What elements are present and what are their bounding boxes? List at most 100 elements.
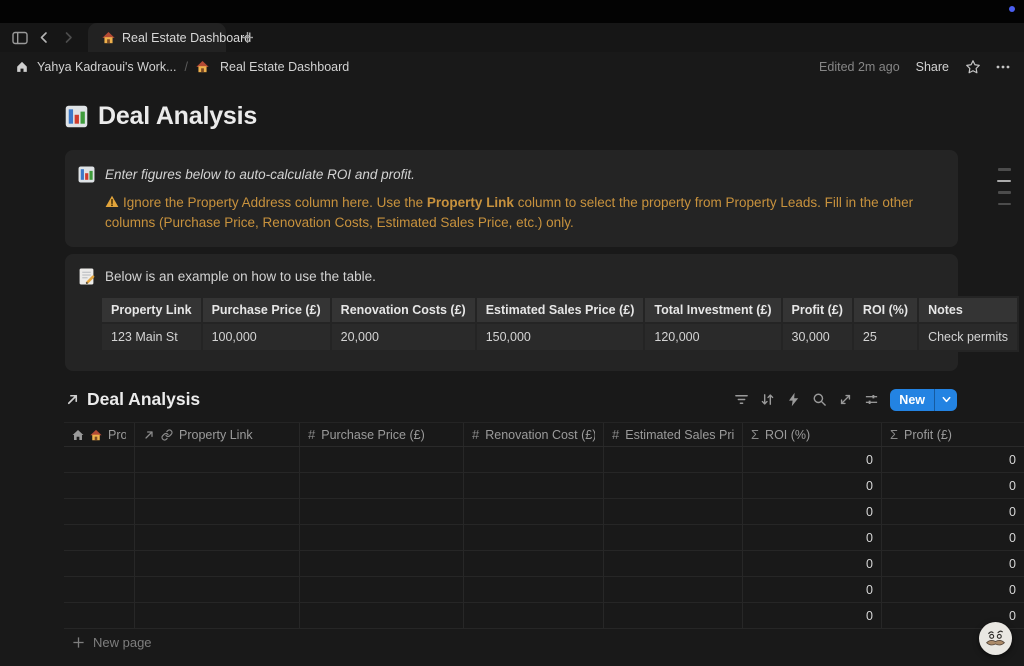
roi-cell[interactable]: 0	[742, 473, 881, 498]
column-header-profit[interactable]: Σ Profit (£)	[881, 423, 1024, 446]
table-row: 0 0	[64, 499, 1024, 525]
breadcrumb-workspace[interactable]: Yahya Kadraoui's Work...	[37, 60, 177, 74]
title-cell[interactable]	[64, 473, 134, 498]
estimated-sales-cell[interactable]	[603, 551, 742, 576]
purchase-price-cell[interactable]	[299, 499, 463, 524]
outline-tick-active[interactable]	[997, 180, 1011, 183]
example-header-cell: Purchase Price (£)	[202, 297, 331, 323]
profit-cell[interactable]: 0	[881, 499, 1024, 524]
bar-chart-emoji-icon	[65, 105, 88, 128]
home-button[interactable]	[11, 56, 33, 78]
renovation-cost-cell[interactable]	[463, 525, 603, 550]
back-button[interactable]	[32, 26, 56, 50]
example-header-cell: Renovation Costs (£)	[331, 297, 476, 323]
filter-icon	[734, 392, 749, 407]
outline-tick[interactable]	[998, 203, 1011, 206]
title-cell[interactable]	[64, 577, 134, 602]
estimated-sales-cell[interactable]	[603, 525, 742, 550]
share-button[interactable]: Share	[916, 60, 949, 74]
new-button-dropdown[interactable]	[935, 389, 957, 411]
outline-tick[interactable]	[998, 191, 1011, 194]
purchase-price-cell[interactable]	[299, 525, 463, 550]
forward-button[interactable]	[56, 26, 80, 50]
outline-indicator[interactable]	[997, 168, 1011, 205]
renovation-cost-cell[interactable]	[463, 447, 603, 472]
sliders-icon	[864, 392, 879, 407]
number-type-icon: #	[308, 427, 315, 442]
new-tab-button[interactable]	[240, 30, 255, 45]
new-page-button[interactable]: New page	[72, 629, 472, 656]
filter-button[interactable]	[731, 390, 751, 410]
property-link-cell[interactable]	[134, 577, 299, 602]
property-link-cell[interactable]	[134, 473, 299, 498]
breadcrumb-separator: /	[185, 60, 188, 74]
property-link-cell[interactable]	[134, 499, 299, 524]
title-cell[interactable]	[64, 447, 134, 472]
expand-button[interactable]	[835, 390, 855, 410]
example-header-cell: Profit (£)	[782, 297, 853, 323]
purchase-price-cell[interactable]	[299, 473, 463, 498]
example-header-cell: Estimated Sales Price (£)	[476, 297, 645, 323]
title-cell[interactable]	[64, 551, 134, 576]
number-type-icon: #	[472, 427, 479, 442]
database-title[interactable]: Deal Analysis	[87, 389, 200, 410]
estimated-sales-cell[interactable]	[603, 473, 742, 498]
renovation-cost-cell[interactable]	[463, 499, 603, 524]
sidebar-toggle-button[interactable]	[8, 26, 32, 50]
property-link-cell[interactable]	[134, 551, 299, 576]
view-settings-button[interactable]	[861, 390, 881, 410]
purchase-price-cell[interactable]	[299, 447, 463, 472]
breadcrumb-page[interactable]: Real Estate Dashboard	[196, 60, 349, 74]
property-link-cell[interactable]	[134, 525, 299, 550]
column-header-purchase-price[interactable]: # Purchase Price (£)	[299, 423, 463, 446]
assistant-avatar-button[interactable]	[979, 622, 1012, 655]
lightning-icon	[787, 392, 800, 407]
renovation-cost-cell[interactable]	[463, 603, 603, 628]
example-cell: 20,000	[331, 323, 476, 351]
estimated-sales-cell[interactable]	[603, 603, 742, 628]
column-header-roi[interactable]: Σ ROI (%)	[742, 423, 881, 446]
title-cell[interactable]	[64, 499, 134, 524]
title-cell[interactable]	[64, 525, 134, 550]
new-page-label: New page	[93, 635, 152, 650]
roi-cell[interactable]: 0	[742, 577, 881, 602]
property-link-cell[interactable]	[134, 447, 299, 472]
roi-cell[interactable]: 0	[742, 447, 881, 472]
column-header-estimated-sales-price[interactable]: # Estimated Sales Price (...	[603, 423, 742, 446]
renovation-cost-cell[interactable]	[463, 577, 603, 602]
column-header-renovation-cost[interactable]: # Renovation Cost (£)	[463, 423, 603, 446]
title-cell[interactable]	[64, 603, 134, 628]
roi-cell[interactable]: 0	[742, 525, 881, 550]
purchase-price-cell[interactable]	[299, 603, 463, 628]
estimated-sales-cell[interactable]	[603, 577, 742, 602]
new-button-label[interactable]: New	[890, 389, 934, 411]
example-intro-text: Below is an example on how to use the ta…	[105, 269, 376, 284]
profit-cell[interactable]: 0	[881, 447, 1024, 472]
automations-button[interactable]	[783, 390, 803, 410]
profit-cell[interactable]: 0	[881, 577, 1024, 602]
column-header-property[interactable]: Prop...	[64, 423, 134, 446]
expand-icon	[838, 392, 853, 407]
estimated-sales-cell[interactable]	[603, 447, 742, 472]
new-record-button[interactable]: New	[890, 389, 957, 411]
profit-cell[interactable]: 0	[881, 525, 1024, 550]
roi-cell[interactable]: 0	[742, 499, 881, 524]
roi-cell[interactable]: 0	[742, 603, 881, 628]
favorite-button[interactable]	[965, 59, 981, 75]
tab-real-estate-dashboard[interactable]: Real Estate Dashboard	[88, 23, 226, 52]
search-button[interactable]	[809, 390, 829, 410]
estimated-sales-cell[interactable]	[603, 499, 742, 524]
outline-tick[interactable]	[998, 168, 1011, 171]
purchase-price-cell[interactable]	[299, 551, 463, 576]
profit-cell[interactable]: 0	[881, 473, 1024, 498]
more-options-button[interactable]	[995, 59, 1011, 75]
number-type-icon: #	[612, 427, 619, 442]
purchase-price-cell[interactable]	[299, 577, 463, 602]
sort-button[interactable]	[757, 390, 777, 410]
roi-cell[interactable]: 0	[742, 551, 881, 576]
renovation-cost-cell[interactable]	[463, 551, 603, 576]
property-link-cell[interactable]	[134, 603, 299, 628]
renovation-cost-cell[interactable]	[463, 473, 603, 498]
profit-cell[interactable]: 0	[881, 551, 1024, 576]
column-header-property-link[interactable]: Property Link	[134, 423, 299, 446]
